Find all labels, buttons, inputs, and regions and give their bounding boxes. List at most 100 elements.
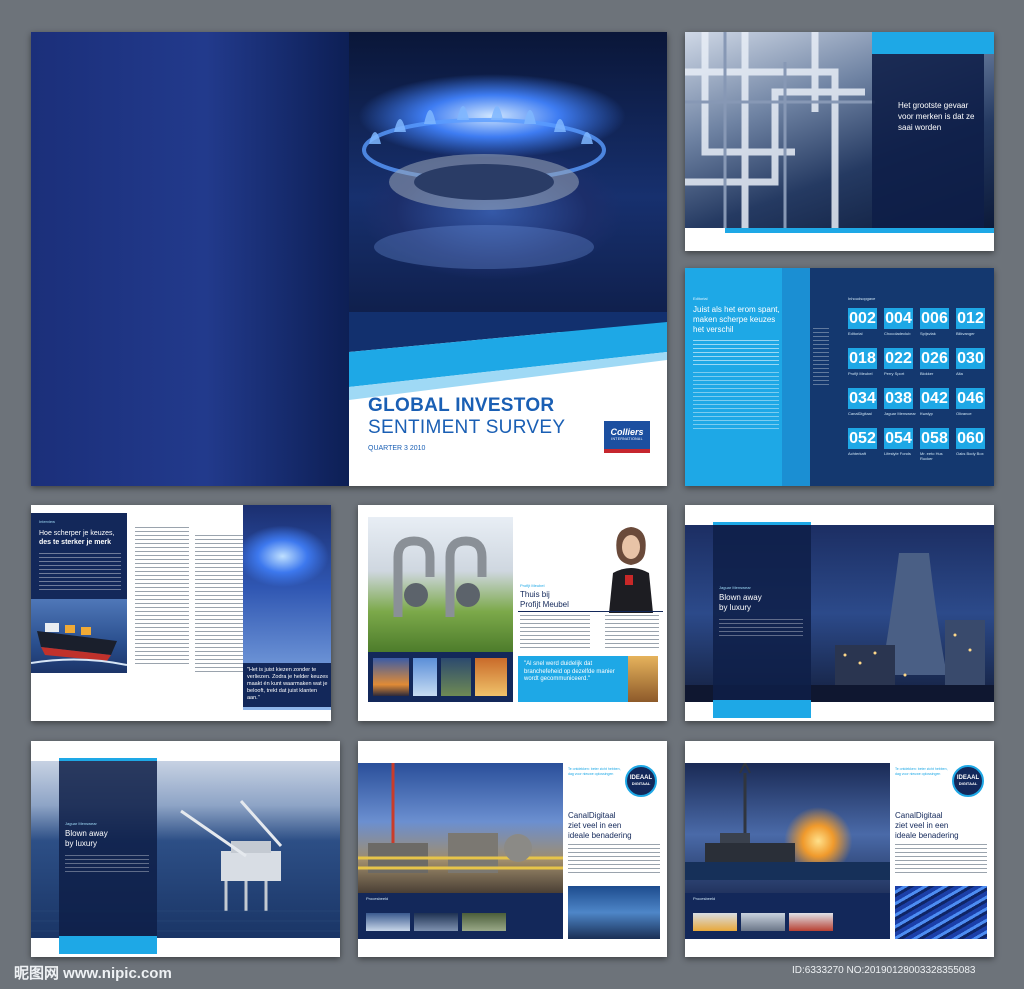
profijt-spread: Profijt Meubel Thuis bij Profijt Meubel … [358, 505, 667, 721]
oilrig-label: Jaguar Menswear [65, 821, 97, 826]
index-intro-heading: Juist als het erom spant, maken scherpe … [693, 305, 780, 334]
cover-spread: GLOBAL INVESTOR SENTIMENT SURVEY QUARTER… [31, 32, 667, 486]
gas-burner-graphic [362, 106, 606, 269]
woman-portrait [609, 527, 653, 613]
toc-tile-058[interactable]: 058 [920, 428, 949, 449]
keuzes-heading-line1: Hoe scherper je keuzes, [39, 530, 115, 537]
powerplant-cyan-block [713, 700, 811, 718]
toc-caption-038: Jaguar Menswear [884, 411, 916, 416]
powerplant-body-text [719, 619, 803, 639]
watermark-id: ID:6333270 NO:20190128003328355083 [792, 965, 976, 976]
logo-subline: INTERNATIONAL [611, 437, 643, 441]
flare-graphic [685, 763, 890, 880]
toc-tile-006[interactable]: 006 [920, 308, 949, 329]
toc-caption-012: Blikvanger [956, 331, 975, 336]
index-intro-text [693, 340, 779, 366]
keuzes-label: Interview [39, 519, 56, 524]
toc-tile-060[interactable]: 060 [956, 428, 985, 449]
keuzes-text-col-2 [195, 535, 245, 673]
refinery-caption: Procesbeeld [366, 896, 389, 901]
profijt-text-col-1 [520, 615, 590, 651]
cover-title-line2: SENTIMENT SURVEY [368, 417, 566, 438]
toc-caption-026: Blokker [920, 371, 934, 376]
refinery-graphic [358, 763, 563, 873]
powerplant-accent-bar [713, 522, 811, 525]
refinery-kicker: Te ontdekken: beter zicht hebben, dag vo… [568, 767, 621, 776]
refinery-boat-photo [568, 886, 660, 939]
toc-caption-046: Olivance [956, 411, 972, 416]
refinery-heading-line3: ideale benadering [568, 831, 632, 840]
keuzes-text-col-1 [135, 527, 189, 667]
cover-quarter: QUARTER 3 2010 [368, 445, 426, 452]
toc-caption-042: Kwalyp [920, 411, 933, 416]
oilrig-cyan-block [59, 936, 157, 954]
toc-tile-046[interactable]: 046 [956, 388, 985, 409]
index-intro-text-2 [693, 372, 779, 430]
toc-caption-006: Spijsvlak [920, 331, 936, 336]
flare-kicker: Te ontdekken: beter zicht hebben, dag vo… [895, 767, 948, 776]
profijt-divider [518, 611, 663, 612]
pipes-graphic [685, 32, 875, 228]
oilrig-panel [59, 761, 157, 936]
badge-line2: DIGITAAL [631, 781, 651, 786]
refinery-thumb-3 [462, 913, 506, 931]
profijt-text-col-2 [605, 615, 659, 651]
index-intro-label: Editorial [693, 296, 708, 301]
toc-tile-018[interactable]: 018 [848, 348, 877, 369]
pipes-overlay-panel [872, 54, 984, 228]
powerplant-heading-line1: Blown away [719, 593, 762, 602]
refinery-badge: IDEAAL DIGITAAL [625, 765, 657, 797]
profijt-quote: "Al snel werd duidelijk dat branchefehei… [524, 661, 615, 682]
toc-tile-026[interactable]: 026 [920, 348, 949, 369]
refinery-heading-line1: CanalDigitaal [568, 811, 616, 820]
flare-thumb-1 [693, 913, 737, 931]
colliers-logo: Colliers INTERNATIONAL [604, 421, 650, 453]
toc-tile-054[interactable]: 054 [884, 428, 913, 449]
toc-caption-034: CanalDigitaal [848, 411, 872, 416]
toc-tile-038[interactable]: 038 [884, 388, 913, 409]
pipes-spread: Het grootste gevaar voor merken is dat z… [685, 32, 994, 251]
flare-thumb-3 [789, 913, 833, 931]
badge-line2: DIGITAAL [958, 781, 978, 786]
thumbnail-forest [441, 658, 471, 696]
refinery-thumb-1 [366, 913, 410, 931]
thumbnail-sunset [373, 658, 409, 696]
flare-fiber-photo [895, 886, 987, 939]
oilrig-heading-line1: Blown away [65, 829, 108, 838]
keuzes-quote: "Het is juist kiezen zonder te verliezen… [247, 667, 329, 701]
toc-caption-052: Achterkaft [848, 451, 867, 456]
logo-wordmark: Colliers [610, 427, 644, 437]
toc-tile-042[interactable]: 042 [920, 388, 949, 409]
profijt-small-photo [628, 656, 658, 702]
pipes-cyan-bar [872, 32, 994, 54]
toc-tile-002[interactable]: 002 [848, 308, 877, 329]
refinery-heading-line2: ziet veel in een [568, 821, 622, 830]
flare-heading-line1: CanalDigitaal [895, 811, 943, 820]
toc-caption-004: Chocoladeclub [884, 331, 911, 336]
gas-station-graphic [393, 536, 487, 617]
toc-caption-030: Alta [956, 371, 963, 376]
toc-tile-030[interactable]: 030 [956, 348, 985, 369]
toc-caption-022: Perry Sport [884, 371, 905, 376]
toc-tile-052[interactable]: 052 [848, 428, 877, 449]
index-toc-label: Inhoudsopgave [848, 296, 876, 301]
refinery-body-text [568, 844, 660, 874]
powerplant-spread: Jaguar Menswear Blown away by luxury [685, 505, 994, 721]
cover-title-line1: GLOBAL INVESTOR [368, 395, 555, 416]
keuzes-intro-text [39, 553, 121, 593]
index-mid-column [813, 328, 829, 388]
toc-caption-054: Lifestyle Fonds [884, 451, 911, 456]
toc-tile-004[interactable]: 004 [884, 308, 913, 329]
cover-back-panel [31, 32, 349, 486]
toc-tile-012[interactable]: 012 [956, 308, 985, 329]
toc-caption-058: Mr. eeto Hus Rucker [920, 451, 943, 461]
flare-heading-line2: ziet veel in een [895, 821, 949, 830]
profijt-label: Profijt Meubel [520, 583, 545, 588]
cover-swoosh [349, 312, 667, 400]
keuzes-spread: Interview Hoe scherper je keuzes, des te… [31, 505, 331, 721]
toc-tile-022[interactable]: 022 [884, 348, 913, 369]
profijt-heading-line1: Thuis bij [520, 590, 550, 599]
refinery-thumb-2 [414, 913, 458, 931]
toc-tile-034[interactable]: 034 [848, 388, 877, 409]
index-spread: Editorial Juist als het erom spant, make… [685, 268, 994, 486]
